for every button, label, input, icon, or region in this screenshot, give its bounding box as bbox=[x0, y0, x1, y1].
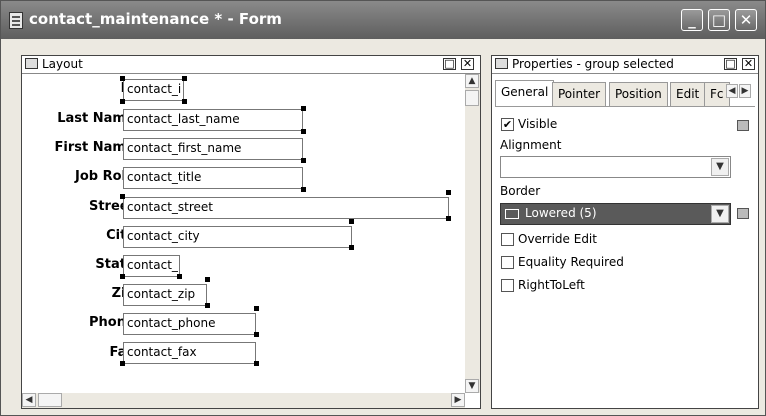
override-edit-label: Override Edit bbox=[518, 232, 597, 246]
override-edit-checkbox[interactable] bbox=[501, 233, 514, 246]
layout-horizontal-scrollbar[interactable]: ◀ ▶ bbox=[22, 393, 465, 408]
equality-required-label: Equality Required bbox=[518, 255, 624, 269]
layout-icon bbox=[25, 58, 38, 69]
street-field[interactable]: contact_street bbox=[123, 197, 449, 219]
selection-handle[interactable] bbox=[254, 361, 259, 366]
tab-edit[interactable]: Edit bbox=[670, 82, 706, 106]
visible-label: Visible bbox=[518, 117, 558, 131]
last-name-field[interactable]: contact_last_name bbox=[123, 109, 303, 131]
chevron-down-icon[interactable]: ▼ bbox=[711, 205, 729, 223]
properties-close-button[interactable]: ✕ bbox=[742, 58, 755, 70]
selection-handle[interactable] bbox=[120, 194, 125, 199]
maximize-button[interactable]: □ bbox=[708, 9, 730, 31]
layout-maximize-button[interactable]: □ bbox=[443, 58, 456, 70]
scroll-thumb[interactable] bbox=[465, 90, 479, 106]
id-field[interactable]: contact_i bbox=[123, 79, 184, 101]
properties-panel-title: Properties - group selected bbox=[512, 57, 674, 71]
properties-maximize-button[interactable]: □ bbox=[724, 58, 737, 70]
properties-panel: Properties - group selected □ ✕ General … bbox=[491, 55, 759, 409]
selection-handle[interactable] bbox=[301, 129, 306, 134]
window-title: contact_maintenance * - Form bbox=[29, 10, 282, 28]
selection-handle[interactable] bbox=[446, 190, 451, 195]
selection-handle[interactable] bbox=[301, 158, 306, 163]
selection-handle[interactable] bbox=[177, 274, 182, 279]
form-window: contact_maintenance * - Form _ □ ✕ Layou… bbox=[0, 0, 766, 416]
title-bar[interactable]: contact_maintenance * - Form _ □ ✕ bbox=[1, 1, 765, 39]
tab-divider bbox=[495, 106, 755, 107]
tab-position[interactable]: Position bbox=[609, 82, 668, 106]
phone-field[interactable]: contact_phone bbox=[123, 313, 256, 335]
selection-handle[interactable] bbox=[120, 76, 125, 81]
properties-panel-titlebar[interactable]: Properties - group selected □ ✕ bbox=[492, 56, 758, 74]
selection-handle[interactable] bbox=[254, 332, 259, 337]
zip-field[interactable]: contact_zip bbox=[123, 284, 207, 306]
tab-general[interactable]: General bbox=[495, 80, 555, 107]
tab-scroll-left-icon[interactable]: ◀ bbox=[726, 84, 738, 98]
hscroll-thumb[interactable] bbox=[38, 393, 62, 407]
border-value: Lowered (5) bbox=[525, 206, 597, 220]
scroll-down-icon[interactable]: ▼ bbox=[465, 379, 479, 393]
selection-handle[interactable] bbox=[120, 361, 125, 366]
tab-scroll-right-icon[interactable]: ▶ bbox=[739, 84, 751, 98]
selection-handle[interactable] bbox=[205, 277, 210, 282]
scroll-right-icon[interactable]: ▶ bbox=[451, 393, 465, 407]
selection-handle[interactable] bbox=[205, 303, 210, 308]
layout-panel: Layout □ ✕ Id: contact_i Last Name: cont… bbox=[21, 55, 481, 409]
job-role-field[interactable]: contact_title bbox=[123, 167, 303, 189]
selection-handle[interactable] bbox=[349, 219, 354, 224]
right-to-left-label: RightToLeft bbox=[518, 278, 585, 292]
selection-handle[interactable] bbox=[301, 106, 306, 111]
layout-panel-title: Layout bbox=[42, 57, 83, 71]
border-label: Border bbox=[500, 184, 541, 198]
close-button[interactable]: ✕ bbox=[735, 9, 757, 31]
layout-close-button[interactable]: ✕ bbox=[461, 58, 474, 70]
selection-handle[interactable] bbox=[301, 187, 306, 192]
scroll-left-icon[interactable]: ◀ bbox=[22, 393, 36, 407]
selection-handle[interactable] bbox=[120, 99, 125, 104]
equality-required-checkbox[interactable] bbox=[501, 256, 514, 269]
form-icon bbox=[9, 12, 23, 29]
tab-pointer[interactable]: Pointer bbox=[552, 82, 607, 106]
selection-handle[interactable] bbox=[182, 76, 187, 81]
minimize-button[interactable]: _ bbox=[681, 9, 703, 31]
alignment-label: Alignment bbox=[500, 138, 562, 152]
layout-vertical-scrollbar[interactable]: ▲ ▼ bbox=[465, 74, 480, 393]
selection-handle[interactable] bbox=[349, 245, 354, 250]
selection-handle[interactable] bbox=[446, 216, 451, 221]
city-field[interactable]: contact_city bbox=[123, 226, 352, 248]
border-expression-icon[interactable] bbox=[737, 208, 749, 219]
visible-checkbox[interactable]: ✔ bbox=[501, 118, 514, 131]
fax-field[interactable]: contact_fax bbox=[123, 342, 256, 364]
first-name-field[interactable]: contact_first_name bbox=[123, 138, 303, 160]
layout-panel-titlebar[interactable]: Layout □ ✕ bbox=[22, 56, 480, 74]
border-style-icon bbox=[505, 209, 519, 219]
selection-handle[interactable] bbox=[182, 99, 187, 104]
right-to-left-checkbox[interactable] bbox=[501, 279, 514, 292]
state-field[interactable]: contact_ bbox=[123, 255, 180, 277]
border-select[interactable]: Lowered (5) ▼ bbox=[500, 203, 731, 225]
chevron-down-icon[interactable]: ▼ bbox=[711, 158, 729, 176]
visible-expression-icon[interactable] bbox=[737, 120, 749, 131]
selection-handle[interactable] bbox=[120, 274, 125, 279]
selection-handle[interactable] bbox=[254, 306, 259, 311]
scroll-up-icon[interactable]: ▲ bbox=[465, 74, 479, 88]
properties-icon bbox=[495, 58, 508, 69]
alignment-select[interactable]: ▼ bbox=[500, 156, 731, 178]
